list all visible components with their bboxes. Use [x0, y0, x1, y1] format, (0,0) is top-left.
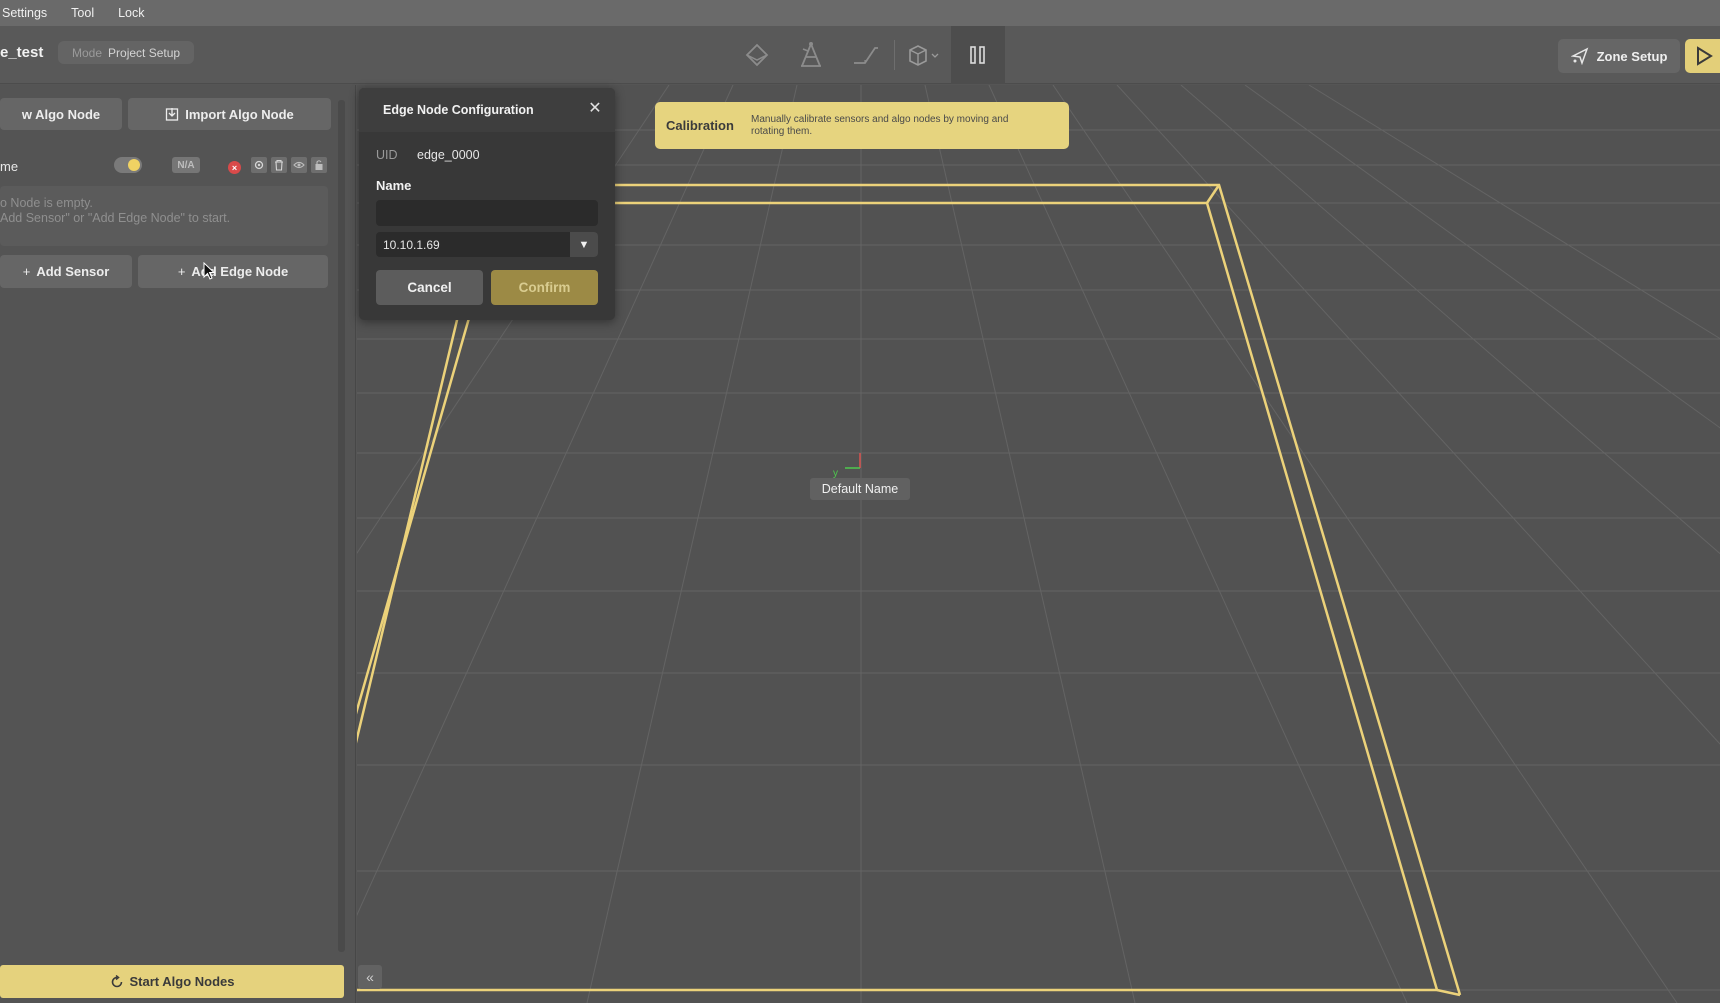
- status-badge: N/A: [172, 157, 200, 173]
- menu-settings[interactable]: Settings: [0, 6, 59, 20]
- cube-icon: [909, 45, 939, 66]
- collapse-sidebar-button[interactable]: «: [358, 965, 382, 989]
- mode-value: Project Setup: [108, 45, 181, 60]
- error-icon: ×: [228, 161, 241, 174]
- pause-icon: [970, 46, 985, 64]
- zone-setup-label: Zone Setup: [1596, 48, 1668, 64]
- start-algo-nodes-label: Start Algo Nodes: [129, 974, 235, 989]
- menu-tool[interactable]: Tool: [59, 6, 106, 20]
- lock-icon[interactable]: [311, 157, 327, 173]
- play-button[interactable]: [1685, 39, 1720, 73]
- add-edge-node-button[interactable]: + Add Edge Node: [138, 255, 328, 288]
- dialog-title: Edge Node Configuration: [383, 103, 534, 117]
- import-algo-node-label: Import Algo Node: [185, 106, 294, 122]
- ramp-icon: [854, 47, 878, 64]
- toolbar-divider: [894, 40, 895, 70]
- refresh-icon: [111, 974, 122, 987]
- uid-value: edge_0000: [417, 148, 480, 162]
- zone-icon: [1570, 47, 1588, 65]
- scene-node-label[interactable]: Default Name: [810, 478, 910, 500]
- top-toolbar: e_test Mode Project Setup Zone Setup: [0, 26, 1720, 84]
- empty-line-1: o Node is empty.: [0, 196, 93, 210]
- menu-bar: Settings Tool Lock: [0, 0, 1720, 26]
- pause-button[interactable]: [951, 26, 1005, 84]
- empty-line-2: Add Sensor" or "Add Edge Node" to start.: [0, 211, 231, 225]
- mode-key: Mode: [72, 45, 103, 60]
- add-sensor-button[interactable]: + Add Sensor: [0, 255, 132, 288]
- start-algo-nodes-button[interactable]: Start Algo Nodes: [0, 965, 344, 998]
- plus-icon: +: [22, 264, 31, 279]
- view-tools: [730, 26, 1005, 84]
- view-cube-button[interactable]: [897, 26, 951, 84]
- ip-address-select[interactable]: 10.10.1.69 ▼: [376, 232, 598, 257]
- play-icon: [1697, 46, 1713, 66]
- ramp-tool-button[interactable]: [838, 26, 892, 84]
- toggle-knob: [128, 159, 140, 171]
- layers-icon: [745, 43, 769, 67]
- mouse-cursor-icon: [203, 262, 216, 280]
- calibration-description: Manually calibrate sensors and algo node…: [751, 113, 1009, 137]
- settings-icon[interactable]: [251, 157, 267, 173]
- delete-icon[interactable]: [271, 157, 287, 173]
- import-icon: [166, 108, 179, 121]
- dropdown-arrow-icon[interactable]: ▼: [570, 232, 598, 257]
- visibility-icon[interactable]: [291, 157, 307, 173]
- menu-lock[interactable]: Lock: [106, 6, 156, 20]
- mode-indicator[interactable]: Mode Project Setup: [58, 41, 195, 64]
- edge-node-config-dialog: Edge Node Configuration ✕ UID edge_0000 …: [359, 88, 615, 320]
- origin-axes: y: [833, 453, 861, 479]
- sensor-icon: [801, 42, 821, 67]
- name-label: Name: [376, 178, 412, 193]
- uid-label: UID: [376, 148, 398, 162]
- dialog-header: Edge Node Configuration ✕: [359, 88, 615, 132]
- algo-node-toggle[interactable]: [114, 157, 142, 173]
- ip-address-value: 10.10.1.69: [383, 238, 440, 252]
- confirm-button[interactable]: Confirm: [491, 270, 598, 305]
- zone-setup-button[interactable]: Zone Setup: [1558, 39, 1680, 73]
- close-icon[interactable]: ✕: [586, 100, 604, 118]
- calibration-title: Calibration: [666, 118, 734, 133]
- project-name: e_test: [0, 44, 44, 61]
- algo-node-sidebar: w Algo Node Import Algo Node me N/A × o …: [0, 85, 356, 1003]
- new-algo-node-label: w Algo Node: [21, 106, 101, 122]
- sidebar-scrollbar[interactable]: [338, 100, 345, 952]
- add-sensor-label: Add Sensor: [36, 264, 110, 279]
- new-algo-node-button[interactable]: w Algo Node: [0, 98, 122, 130]
- empty-node-message: o Node is empty. Add Sensor" or "Add Edg…: [0, 186, 328, 246]
- name-input[interactable]: [376, 200, 598, 226]
- layers-tool-button[interactable]: [730, 26, 784, 84]
- import-algo-node-button[interactable]: Import Algo Node: [128, 98, 331, 130]
- cancel-button[interactable]: Cancel: [376, 270, 483, 305]
- plus-icon: +: [177, 264, 186, 279]
- algo-node-name: me: [0, 159, 19, 174]
- sensor-tool-button[interactable]: [784, 26, 838, 84]
- calibration-banner: Calibration Manually calibrate sensors a…: [655, 102, 1069, 149]
